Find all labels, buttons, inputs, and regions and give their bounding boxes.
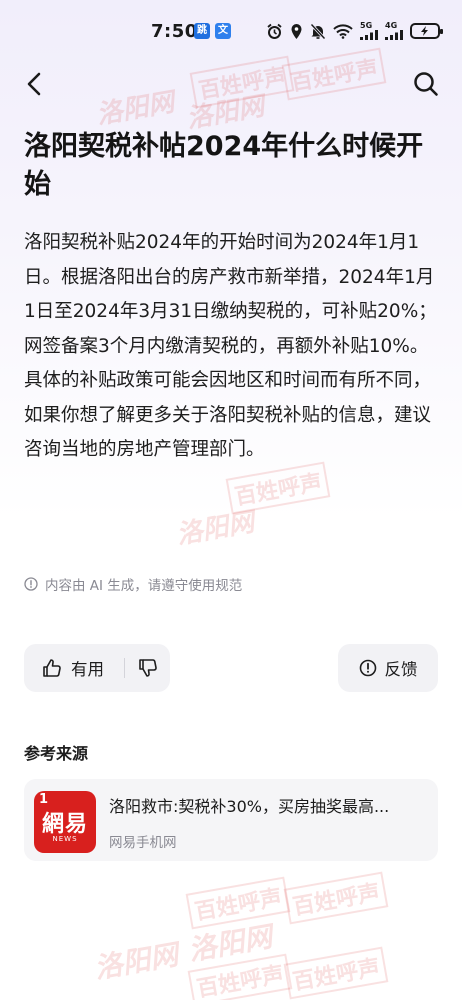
answer-paragraph: 具体的补贴政策可能会因地区和时间而有所不同，如果你想了解更多关于洛阳契税补贴的信… <box>24 370 432 460</box>
watermark: 百姓呼声 <box>185 876 291 930</box>
reference-card[interactable]: 1 網易 NEWS 洛阳救市:契税补30%，买房抽奖最高... 网易手机网 <box>24 779 438 861</box>
watermark: 洛阳网 <box>186 919 275 968</box>
watermark: 洛阳网 <box>94 87 177 131</box>
useful-label: 有用 <box>71 660 104 679</box>
alarm-icon <box>267 23 282 39</box>
app-badge-icon: 文 <box>215 23 231 39</box>
signal-5g: 5G <box>360 22 378 40</box>
app-badge-icon: 跳 <box>194 23 210 39</box>
watermark: 百姓呼声 <box>189 55 295 109</box>
mute-icon <box>310 22 326 40</box>
info-icon <box>24 577 38 591</box>
search-button[interactable] <box>412 70 440 98</box>
ai-notice: 内容由 AI 生成，请遵守使用规范 <box>24 574 242 594</box>
signal-icon <box>360 30 378 40</box>
watermark: 百姓呼声 <box>187 953 293 1000</box>
watermark: 洛阳网 <box>92 937 181 986</box>
signal-icon <box>385 30 403 40</box>
back-button[interactable] <box>22 70 50 98</box>
reference-index: 1 <box>39 792 49 807</box>
wifi-icon <box>333 23 353 39</box>
thumbs-down-icon <box>138 659 157 677</box>
alert-circle-icon <box>359 659 376 677</box>
useful-button[interactable]: 有用 <box>24 644 124 692</box>
report-button[interactable]: 反馈 <box>338 644 438 692</box>
watermark: 百姓呼声 <box>283 946 389 1000</box>
dislike-button[interactable] <box>125 644 170 692</box>
search-icon <box>414 72 438 96</box>
thumbs-up-icon <box>43 659 61 677</box>
location-icon <box>291 23 302 39</box>
watermark: 百姓呼声 <box>225 461 331 515</box>
references-heading: 参考来源 <box>24 744 89 763</box>
status-time: 7:50 <box>151 21 198 42</box>
answer-paragraph: 洛阳契税补贴2024年的开始时间为2024年1月1日。根据洛阳出台的房产救市新举… <box>24 232 437 357</box>
status-icons: 5G 4G <box>266 22 443 40</box>
netease-news-logo: 1 網易 NEWS <box>34 791 96 853</box>
battery-icon <box>410 23 443 39</box>
page-title: 洛阳契税补帖2024年什么时候开始 <box>24 131 424 200</box>
answer-body: 洛阳契税补贴2024年的开始时间为2024年1月1日。根据洛阳出台的房产救市新举… <box>24 226 440 468</box>
feedback-group: 有用 <box>24 644 170 692</box>
reference-title: 洛阳救市:契税补30%，买房抽奖最高... <box>109 797 390 816</box>
watermark: 百姓呼声 <box>283 871 389 925</box>
status-bar: 7:50 跳 文 5G 4G <box>0 0 462 62</box>
reference-source: 网易手机网 <box>109 835 177 851</box>
ai-notice-text: 内容由 AI 生成，请遵守使用规范 <box>45 578 243 594</box>
report-label: 反馈 <box>384 660 418 679</box>
watermark: 洛阳网 <box>174 507 257 551</box>
chevron-left-icon <box>27 72 41 96</box>
signal-4g: 4G <box>385 22 403 40</box>
